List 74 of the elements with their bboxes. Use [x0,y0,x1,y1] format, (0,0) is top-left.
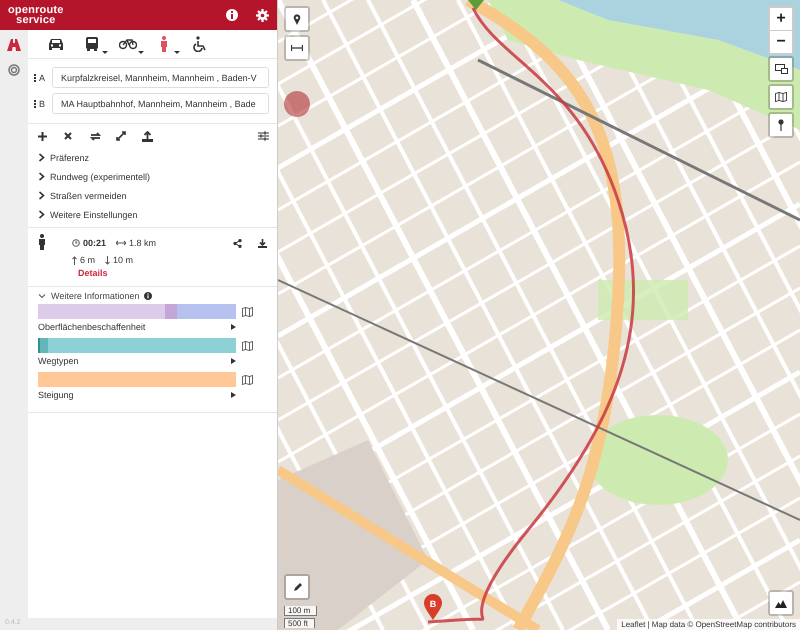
caret-icon [174,51,180,54]
drag-handle-icon[interactable] [34,100,38,108]
ruler-icon [291,45,303,51]
caret-icon [102,51,108,54]
scale-bar: 500 ft [284,618,316,628]
play-triangle-icon[interactable] [231,392,236,398]
option-section-toggle[interactable]: Präferenz [28,148,277,167]
layers-button[interactable] [768,56,794,82]
descent-text: 10 m [113,255,134,265]
start-marker-icon[interactable] [468,0,484,10]
address-field[interactable]: MA Hauptbahnhof, Mannheim, Mannheim , Bade [52,93,269,114]
down-arrow-icon [105,256,110,264]
duration-text: 00:21 [83,238,106,248]
add-icon[interactable] [38,132,47,140]
waypoint-label: B [39,98,46,108]
info-icon[interactable] [226,9,238,21]
info-category-label: Steigung [38,390,74,400]
play-triangle-icon[interactable] [231,358,236,364]
download-icon[interactable] [258,238,267,248]
address-field[interactable]: Kurpfalzkreisel, Mannheim, Mannheim , Baden-V [52,67,269,88]
mountain-icon [775,598,787,608]
road-icon[interactable] [7,39,21,51]
elevation-button[interactable] [768,590,794,616]
pencil-icon [292,582,302,592]
info-category-label: Oberflächenbeschaffenheit [38,322,146,332]
destination-marker[interactable]: B [424,594,442,620]
waypoint-label: A [39,72,46,82]
bicycle-icon [119,38,137,50]
zoom-in-button[interactable]: + [770,8,792,31]
bus-icon [85,36,99,52]
extra-info-toggle[interactable]: Weitere Informationen [38,291,269,301]
play-triangle-icon[interactable] [231,324,236,330]
up-arrow-icon [72,256,77,264]
details-link[interactable]: Details [72,268,156,278]
map-icon[interactable] [242,374,253,384]
attribution-text: Leaflet | Map data © OpenStreetMap contributors [617,619,800,630]
option-section-toggle[interactable]: Straßen vermeiden [28,186,277,205]
expand-arrows-icon[interactable] [116,131,126,141]
measure-button[interactable] [284,35,310,61]
clock-icon [72,239,80,247]
swap-arrows-icon[interactable] [90,132,101,140]
map-icon[interactable] [242,306,253,316]
logo-text[interactable]: openroute service [8,5,64,25]
info-category-label: Wegtypen [38,356,78,366]
share-icon[interactable] [233,238,242,248]
zoom-out-button[interactable]: − [770,31,792,53]
option-section-toggle[interactable]: Weitere Einstellungen [28,205,277,224]
map-icon [775,92,787,102]
close-icon[interactable] [64,132,72,140]
marker-button[interactable] [284,6,310,32]
scale-bar: 100 m [284,606,318,616]
pedestrian-icon [160,36,168,52]
draw-button[interactable] [284,574,310,600]
distance-arrow-icon [116,240,126,246]
caret-icon [138,51,144,54]
ascent-text: 6 m [80,255,96,265]
map-view-button[interactable] [768,84,794,110]
horizontal-scrollbar[interactable] [28,618,277,630]
pin-icon [293,14,301,24]
pin-icon [778,119,784,131]
pedestrian-icon [38,234,46,250]
target-icon[interactable] [8,64,20,76]
map-icon[interactable] [242,340,253,350]
info-icon [144,292,152,300]
place-button[interactable] [768,112,794,138]
car-icon [48,37,64,51]
drag-handle-icon[interactable] [34,74,38,82]
option-section-toggle[interactable]: Rundweg (experimentell) [28,167,277,186]
sliders-icon[interactable] [258,131,269,141]
distance-text: 1.8 km [129,238,156,248]
screens-icon [774,64,788,74]
settings-icon[interactable] [256,8,269,22]
upload-icon[interactable] [142,130,153,142]
wheelchair-icon [193,36,207,52]
